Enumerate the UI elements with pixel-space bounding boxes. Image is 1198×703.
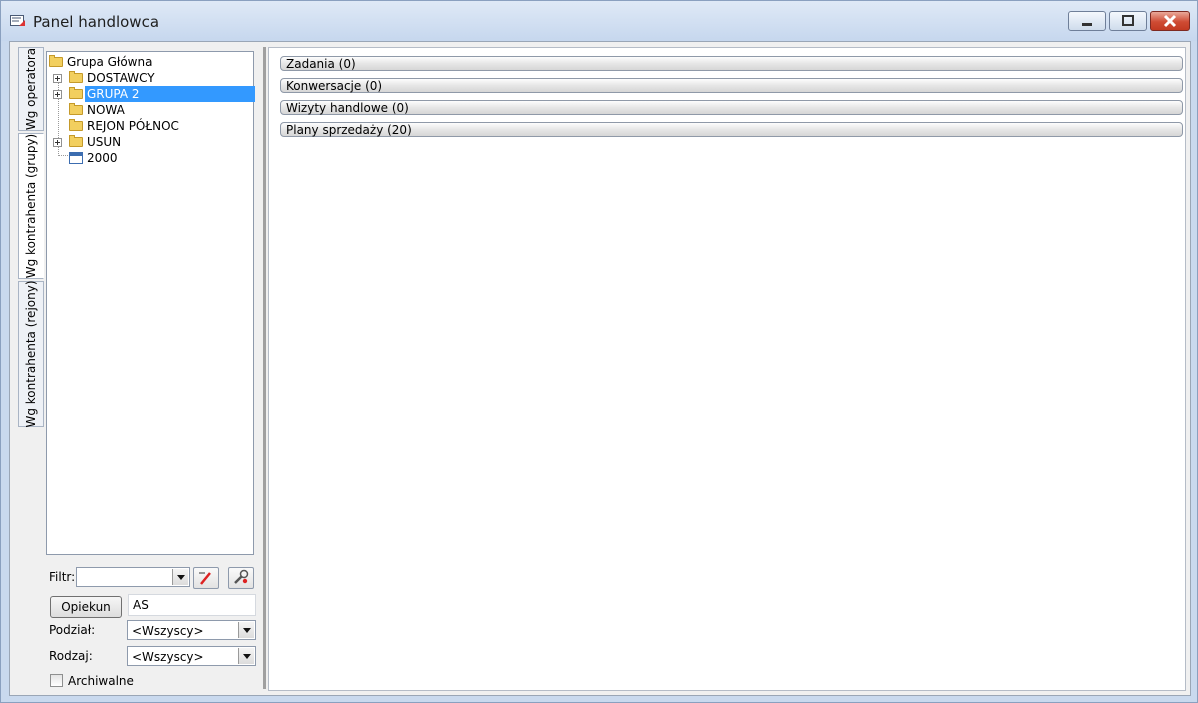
tree-item-label: Grupa Główna (67, 55, 153, 69)
folder-icon (69, 87, 83, 99)
chevron-down-icon[interactable] (238, 622, 254, 638)
archiwalne-checkbox[interactable] (50, 674, 63, 687)
opiekun-value: AS (133, 598, 149, 612)
tree-item-grupa-2[interactable]: GRUPA 2 (53, 86, 255, 102)
app-icon (10, 15, 25, 26)
restore-icon (1122, 15, 1134, 26)
minimize-button[interactable] (1068, 11, 1106, 31)
podzial-label: Podział: (49, 623, 96, 637)
tree-item-label: NOWA (87, 103, 125, 117)
window-title: Panel handlowca (33, 13, 160, 31)
rodzaj-value: <Wszyscy> (132, 650, 204, 664)
clear-filter-icon (199, 572, 211, 585)
section-label: Zadania (0) (286, 57, 356, 71)
tab-label: Wg kontrahenta (grupy) (24, 133, 38, 279)
tree-item-2000[interactable]: 2000 (67, 150, 247, 166)
expand-icon[interactable] (53, 74, 62, 83)
clear-filter-button[interactable] (193, 567, 219, 589)
tree-item-nowa[interactable]: NOWA (67, 102, 247, 118)
archiwalne-label: Archiwalne (68, 674, 134, 688)
expand-icon[interactable] (53, 138, 62, 147)
section-wizyty-handlowe[interactable]: Wizyty handlowe (0) (280, 100, 1183, 115)
tree-item-label: REJON PÓŁNOC (87, 119, 179, 133)
podzial-value: <Wszyscy> (132, 624, 204, 638)
section-zadania[interactable]: Zadania (0) (280, 56, 1183, 71)
section-konwersacje[interactable]: Konwersacje (0) (280, 78, 1183, 93)
tree-item-rejon-polnoc[interactable]: REJON PÓŁNOC (67, 118, 247, 134)
tab-label: Wg operatora (24, 47, 38, 131)
close-button[interactable] (1150, 11, 1190, 31)
expand-icon[interactable] (53, 90, 62, 99)
tree-item-label: GRUPA 2 (85, 86, 255, 102)
filter-label: Filtr: (49, 570, 76, 584)
minimize-icon (1082, 23, 1092, 26)
right-panel: Zadania (0) Konwersacje (0) Wizyty handl… (268, 47, 1186, 691)
tree-item-label: 2000 (87, 151, 118, 165)
left-panel: Grupa Główna DOSTAWCY GRUPA 2 NOWA REJON… (44, 47, 258, 689)
tree-item-label: DOSTAWCY (87, 71, 155, 85)
filter-combo[interactable] (76, 567, 190, 587)
tab-wg-kontrahenta-grupy[interactable]: Wg kontrahenta (grupy) (18, 133, 44, 279)
rodzaj-combo[interactable]: <Wszyscy> (127, 646, 256, 666)
chevron-down-icon[interactable] (238, 648, 254, 664)
section-label: Plany sprzedaży (20) (286, 123, 412, 137)
section-plany-sprzedazy[interactable]: Plany sprzedaży (20) (280, 122, 1183, 137)
restore-button[interactable] (1109, 11, 1147, 31)
tree-item-dostawcy[interactable]: DOSTAWCY (53, 70, 247, 86)
client-area: Wg operatora Wg kontrahenta (grupy) Wg k… (9, 41, 1191, 696)
tree-item-label: USUN (87, 135, 122, 149)
calendar-icon (69, 152, 83, 164)
tab-wg-kontrahenta-rejony[interactable]: Wg kontrahenta (rejony) (18, 280, 44, 428)
section-label: Konwersacje (0) (286, 79, 383, 93)
folder-icon (69, 135, 83, 147)
folder-icon (69, 119, 83, 131)
title-bar[interactable]: Panel handlowca (1, 1, 1197, 41)
folder-open-icon (49, 55, 63, 67)
section-label: Wizyty handlowe (0) (286, 101, 409, 115)
tab-label: Wg kontrahenta (rejony) (24, 280, 38, 428)
chevron-down-icon[interactable] (172, 569, 188, 585)
folder-icon (69, 71, 83, 83)
close-icon (1163, 14, 1177, 28)
panel-splitter[interactable] (263, 47, 266, 689)
filter-settings-button[interactable] (228, 567, 254, 589)
folder-icon (69, 103, 83, 115)
wrench-icon (234, 569, 249, 584)
group-tree[interactable]: Grupa Główna DOSTAWCY GRUPA 2 NOWA REJON… (46, 51, 255, 555)
opiekun-field[interactable]: AS (128, 594, 256, 616)
tab-wg-operatora[interactable]: Wg operatora (18, 47, 44, 131)
podzial-combo[interactable]: <Wszyscy> (127, 620, 256, 640)
tree-root[interactable]: Grupa Główna (47, 54, 247, 70)
tree-item-usun[interactable]: USUN (53, 134, 247, 150)
rodzaj-label: Rodzaj: (49, 649, 93, 663)
app-window: Panel handlowca Wg operatora Wg kontrahe… (0, 0, 1198, 703)
opiekun-button[interactable]: Opiekun (50, 596, 122, 618)
